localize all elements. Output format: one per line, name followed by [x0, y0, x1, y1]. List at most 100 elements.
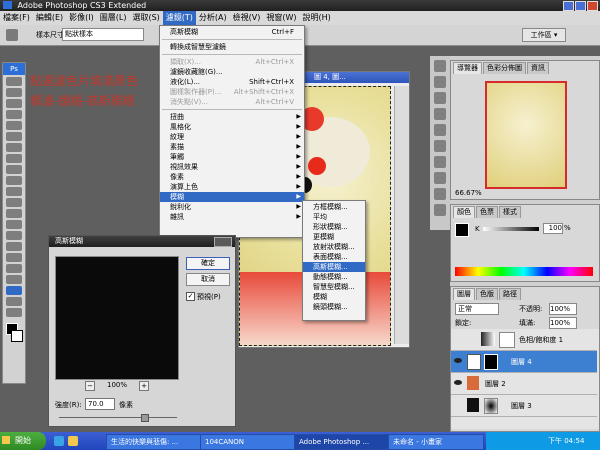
tab-info[interactable]: 資訊	[527, 62, 549, 74]
submenu-item-motion-blur[interactable]: 動態模糊...	[303, 272, 365, 282]
menu-item-texture[interactable]: 紋理 ▶	[160, 132, 304, 142]
tab-channels[interactable]: 色版	[476, 288, 498, 300]
minimize-button[interactable]	[563, 1, 574, 11]
menu-layer[interactable]: 圖層(L)	[97, 11, 130, 25]
brushes-panel-icon[interactable]	[434, 124, 446, 136]
brush-select[interactable]: 點狀樣本	[62, 28, 144, 41]
blur-tool-icon[interactable]	[6, 209, 22, 218]
quick-launch-ie-icon[interactable]	[54, 436, 64, 446]
workspace-button[interactable]: 工作區 ▾	[522, 28, 566, 42]
eyedropper-tool-icon[interactable]	[6, 286, 22, 295]
menu-window[interactable]: 視窗(W)	[263, 11, 299, 25]
menu-item-convert-smart-filters[interactable]: 轉換成智慧型濾鏡	[160, 42, 304, 52]
lasso-tool-icon[interactable]	[6, 99, 22, 108]
dialog-close-icon[interactable]	[214, 237, 232, 247]
menu-item-sharpen[interactable]: 銳利化 ▶	[160, 202, 304, 212]
dodge-tool-icon[interactable]	[6, 220, 22, 229]
history-panel-icon[interactable]	[434, 76, 446, 88]
layer-row-hue-saturation[interactable]: 色相/飽和度 1	[451, 329, 597, 351]
eye-icon[interactable]	[454, 358, 462, 363]
submenu-item-surface-blur[interactable]: 表面模糊...	[303, 252, 365, 262]
pen-tool-icon[interactable]	[6, 231, 22, 240]
cancel-button[interactable]: 取消	[186, 273, 230, 286]
tab-styles[interactable]: 樣式	[499, 206, 521, 218]
preview-checkbox[interactable]: ✓	[186, 292, 195, 301]
menu-item-noise[interactable]: 雜訊 ▶	[160, 212, 304, 222]
paragraph-panel-icon[interactable]	[434, 172, 446, 184]
tool-presets-icon[interactable]	[434, 108, 446, 120]
menu-help[interactable]: 說明(H)	[300, 11, 334, 25]
tab-histogram[interactable]: 色彩分佈圖	[483, 62, 526, 74]
character-panel-icon[interactable]	[434, 156, 446, 168]
maximize-button[interactable]	[575, 1, 586, 11]
submenu-item-gaussian-blur[interactable]: 高斯模糊...	[303, 262, 365, 272]
zoom-tool-icon[interactable]	[6, 308, 22, 317]
submenu-item-blur-more[interactable]: 更模糊	[303, 232, 365, 242]
tab-navigator[interactable]: 導覽器	[453, 62, 482, 74]
taskbar-item-browser[interactable]: 生活的快樂與悲傷: ...	[106, 434, 202, 450]
clone-source-icon[interactable]	[434, 140, 446, 152]
submenu-item-shape-blur[interactable]: 形狀模糊...	[303, 222, 365, 232]
k-channel-slider[interactable]	[483, 227, 539, 231]
radius-slider-track[interactable]	[59, 417, 177, 418]
menu-view[interactable]: 檢視(V)	[230, 11, 264, 25]
submenu-item-average[interactable]: 平均	[303, 212, 365, 222]
submenu-item-lens-blur[interactable]: 鏡頭模糊...	[303, 302, 365, 312]
healing-brush-tool-icon[interactable]	[6, 143, 22, 152]
fill-input[interactable]: 100%	[549, 317, 577, 329]
menu-item-sketch[interactable]: 素描 ▶	[160, 142, 304, 152]
close-button[interactable]	[587, 1, 598, 11]
menu-filter[interactable]: 濾鏡(T)	[162, 11, 196, 25]
shape-tool-icon[interactable]	[6, 264, 22, 273]
layer-row-layer-2[interactable]: 圖層 2	[451, 373, 597, 395]
move-tool-icon[interactable]	[6, 77, 22, 86]
zoom-in-button[interactable]: +	[139, 381, 149, 391]
ok-button[interactable]: 確定	[186, 257, 230, 270]
menu-select[interactable]: 選取(S)	[129, 11, 162, 25]
quick-launch-folder-icon[interactable]	[68, 436, 78, 446]
notes-tool-icon[interactable]	[6, 275, 22, 284]
radius-input[interactable]: 70.0	[85, 398, 115, 410]
menu-item-render[interactable]: 演算上色 ▶	[160, 182, 304, 192]
taskbar-item-folder[interactable]: 104CANON	[200, 434, 296, 450]
menu-analysis[interactable]: 分析(A)	[196, 11, 230, 25]
path-selection-tool-icon[interactable]	[6, 253, 22, 262]
measurement-icon[interactable]	[434, 188, 446, 200]
menu-item-brush-strokes[interactable]: 筆觸 ▶	[160, 152, 304, 162]
menu-item-filter-gallery[interactable]: 濾鏡收藏館(G)...	[160, 67, 304, 77]
brush-tool-icon[interactable]	[6, 154, 22, 163]
opacity-input[interactable]: 100%	[549, 303, 577, 315]
eye-icon[interactable]	[454, 380, 462, 385]
taskbar-item-paint[interactable]: 未命名 - 小畫家	[388, 434, 484, 450]
submenu-item-radial-blur[interactable]: 放射狀模糊...	[303, 242, 365, 252]
hand-tool-icon[interactable]	[6, 297, 22, 306]
color-foreground-swatch[interactable]	[455, 223, 469, 237]
submenu-item-blur[interactable]: 模糊	[303, 292, 365, 302]
blend-mode-select[interactable]: 正常	[455, 303, 499, 315]
menu-item-last-filter[interactable]: 高斯模糊 Ctrl+F	[160, 27, 304, 37]
tab-swatches[interactable]: 色票	[476, 206, 498, 218]
navigator-panel-icon[interactable]	[434, 60, 446, 72]
type-tool-icon[interactable]	[6, 242, 22, 251]
color-spectrum-ramp[interactable]	[455, 267, 593, 276]
menu-item-liquify[interactable]: 液化(L)... Shift+Ctrl+X	[160, 77, 304, 87]
menu-item-distort[interactable]: 扭曲 ▶	[160, 112, 304, 122]
submenu-item-box-blur[interactable]: 方框模糊...	[303, 202, 365, 212]
menu-file[interactable]: 檔案(F)	[0, 11, 33, 25]
taskbar-item-photoshop[interactable]: Adobe Photoshop ...	[294, 434, 390, 450]
background-color-swatch[interactable]	[11, 330, 23, 342]
submenu-item-smart-blur[interactable]: 智慧型模糊...	[303, 282, 365, 292]
slice-tool-icon[interactable]	[6, 132, 22, 141]
radius-slider-handle[interactable]	[141, 414, 149, 422]
tab-color[interactable]: 顏色	[453, 206, 475, 218]
animation-icon[interactable]	[434, 204, 446, 216]
magic-wand-tool-icon[interactable]	[6, 110, 22, 119]
history-brush-tool-icon[interactable]	[6, 176, 22, 185]
crop-tool-icon[interactable]	[6, 121, 22, 130]
tab-layers[interactable]: 圖層	[453, 288, 475, 300]
menu-image[interactable]: 影像(I)	[66, 11, 97, 25]
document-scrollbar[interactable]	[394, 86, 409, 344]
eraser-tool-icon[interactable]	[6, 187, 22, 196]
layer-row-layer-4[interactable]: 圖層 4	[451, 351, 597, 373]
zoom-out-button[interactable]: −	[85, 381, 95, 391]
